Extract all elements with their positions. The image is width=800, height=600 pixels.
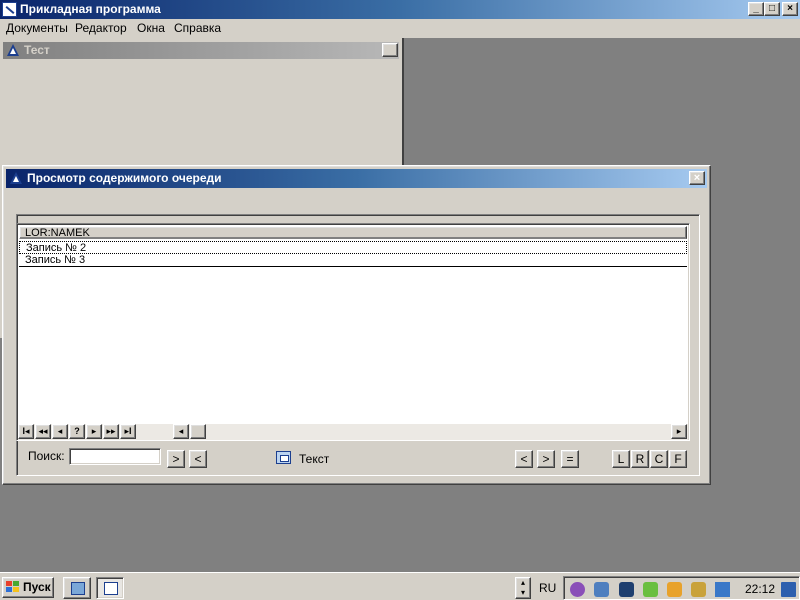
antivirus-icon[interactable]: [667, 582, 682, 597]
minimize-button[interactable]: _: [748, 2, 764, 16]
volume-icon[interactable]: [691, 582, 706, 597]
queue-window-title: Просмотр содержимого очереди: [27, 171, 222, 185]
close-button[interactable]: ×: [782, 2, 798, 16]
child-close-button[interactable]: ×: [382, 43, 398, 57]
maximize-button[interactable]: □: [764, 2, 780, 16]
taskbar-item-explorer[interactable]: [63, 577, 91, 599]
fill-button[interactable]: F: [669, 450, 687, 468]
nav-last-button[interactable]: ▸I: [120, 424, 136, 439]
window-icon: [10, 172, 22, 184]
nav-prev-button[interactable]: ◂: [52, 424, 68, 439]
explorer-icon: [71, 582, 85, 595]
align-left-button[interactable]: L: [612, 450, 630, 468]
network-monitor-icon[interactable]: [619, 582, 634, 597]
nav-first-button[interactable]: I◂: [18, 424, 34, 439]
menu-bar: Документы Редактор Окна Справка: [0, 19, 800, 38]
nav-prev-page-button[interactable]: ◂◂: [35, 424, 51, 439]
menu-windows[interactable]: Окна: [135, 21, 167, 36]
scrollbar-thumb[interactable]: [190, 424, 206, 439]
grid-column-header[interactable]: LOR:NAMEK: [19, 226, 687, 239]
text-icon[interactable]: [276, 451, 291, 464]
language-indicator[interactable]: RU: [539, 581, 556, 595]
child-window-title-bar[interactable]: Тест ×: [3, 42, 399, 59]
menu-editor[interactable]: Редактор: [73, 21, 129, 36]
language-spinner[interactable]: ▴ ▾: [515, 577, 531, 599]
equal-button[interactable]: =: [561, 450, 579, 468]
search-prev-button[interactable]: <: [189, 450, 207, 468]
queue-window-title-bar[interactable]: Просмотр содержимого очереди ×: [6, 169, 707, 188]
app-icon: [104, 582, 118, 595]
align-center-button[interactable]: C: [650, 450, 668, 468]
app-title: Прикладная программа: [20, 2, 161, 16]
search-label: Поиск:: [28, 449, 65, 463]
align-right-button[interactable]: R: [631, 450, 649, 468]
table-row[interactable]: Запись № 3: [19, 254, 687, 267]
child-window-title: Тест: [24, 43, 50, 57]
windows-logo-icon: [6, 581, 20, 594]
grid-navigation-bar: I◂ ◂◂ ◂ ? ▸ ▸▸ ▸I ◂ ▸: [18, 424, 688, 440]
queue-window: Просмотр содержимого очереди × LOR:NAMEK…: [2, 165, 711, 485]
search-input[interactable]: [69, 448, 161, 465]
start-label: Пуск: [23, 580, 51, 594]
window-icon: [7, 44, 19, 56]
nav-next-page-button[interactable]: ▸▸: [103, 424, 119, 439]
clock[interactable]: 22:12: [745, 582, 775, 596]
scroll-left-button[interactable]: ◂: [173, 424, 189, 439]
usb-device-icon[interactable]: [594, 582, 609, 597]
show-desktop-icon[interactable]: [781, 582, 796, 597]
queue-grid[interactable]: LOR:NAMEK Запись № 2 Запись № 3: [16, 223, 690, 441]
nav-query-button[interactable]: ?: [69, 424, 85, 439]
text-label[interactable]: Текст: [299, 452, 329, 466]
app-tray-icon[interactable]: [715, 582, 730, 597]
queue-close-button[interactable]: ×: [689, 171, 705, 185]
menu-documents[interactable]: Документы: [4, 21, 70, 36]
app-title-bar[interactable]: Прикладная программа _ □ ×: [0, 0, 800, 19]
app-icon[interactable]: [2, 2, 17, 17]
move-left-button[interactable]: <: [515, 450, 533, 468]
network-icon[interactable]: [643, 582, 658, 597]
menu-help[interactable]: Справка: [172, 21, 223, 36]
move-right-button[interactable]: >: [537, 450, 555, 468]
taskbar: Пуск ▴ ▾ RU 22:12: [0, 572, 800, 600]
table-row[interactable]: Запись № 2: [19, 241, 687, 254]
system-tray: 22:12: [563, 576, 800, 600]
taskbar-item-app[interactable]: [96, 577, 124, 599]
spin-down-icon[interactable]: ▾: [516, 588, 530, 598]
viber-icon[interactable]: [570, 582, 585, 597]
search-next-button[interactable]: >: [167, 450, 185, 468]
spin-up-icon[interactable]: ▴: [516, 578, 530, 588]
nav-next-button[interactable]: ▸: [86, 424, 102, 439]
start-button[interactable]: Пуск: [2, 577, 54, 598]
scroll-right-button[interactable]: ▸: [671, 424, 687, 439]
